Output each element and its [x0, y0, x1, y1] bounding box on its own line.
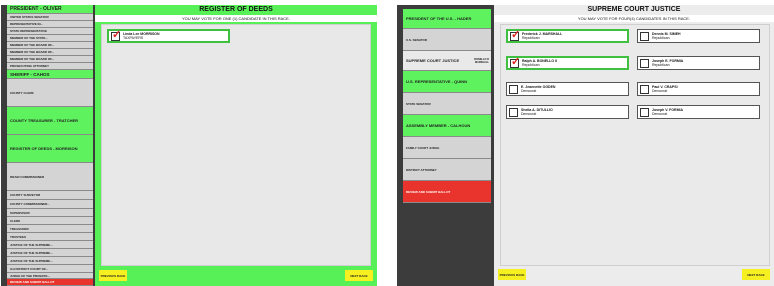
sidebar-item-supreme-court[interactable]: SUPREME COURT JUSTICE BONELLO R MARSHALL	[403, 51, 491, 71]
ballot-screen-supreme-court: PRESIDENT OF THE U.S. - HADER U.S. SENAT…	[397, 5, 774, 286]
sidebar-item-sheriff[interactable]: SHERIFF - CAHOS	[7, 70, 93, 79]
next-race-button[interactable]: NEXT RACE	[742, 269, 770, 280]
sidebar-item-board-2[interactable]: MEMBER OF THE BOARD OF...	[7, 49, 93, 56]
sidebar-item-president[interactable]: PRESIDENT OF THE U.S. - HADER	[403, 9, 491, 29]
sidebar-item-review-submit[interactable]: REVIEW AND SUBMIT BALLOT	[7, 279, 93, 286]
candidate-option-ditullio[interactable]: Sheila A. DITULLIO Democrat	[506, 105, 629, 119]
sidebar-item-supervisor[interactable]: SUPERVISOR	[7, 209, 93, 217]
candidate-option-simeh[interactable]: Dennis M. SIMEH Republican	[637, 29, 760, 43]
sidebar-item-trustees[interactable]: TRUSTEES	[7, 233, 93, 241]
sidebar-item-us-senator[interactable]: U.S. SENATOR	[403, 29, 491, 51]
candidate-option-formia-democrat[interactable]: Joseph V. FORMIA Democrat	[637, 105, 760, 119]
checkbox[interactable]: ✓	[510, 28, 521, 41]
candidate-party: Democrat	[521, 89, 537, 93]
sidebar-item-selections: BONELLO R MARSHALL	[474, 57, 489, 64]
sidebar-item-register-of-deeds[interactable]: REGISTER OF DEEDS - MORRISON	[7, 135, 93, 163]
next-race-button[interactable]: NEXT RACE	[345, 270, 373, 281]
sidebar-item-board-1[interactable]: MEMBER OF THE BOARD OF...	[7, 42, 93, 49]
checkbox[interactable]	[509, 107, 518, 117]
checkbox[interactable]	[640, 31, 649, 41]
sidebar-item-treasurer[interactable]: TREASURER	[7, 225, 93, 233]
candidate-option-bonello[interactable]: ✓ Ralph A. BONELLO II Republican	[506, 56, 629, 70]
checkbox[interactable]	[509, 84, 518, 94]
sidebar-item-prosecuting-attorney[interactable]: PROSECUTING ATTORNEY	[7, 63, 93, 70]
candidate-party: Republican	[522, 36, 540, 40]
candidate-party: Democrat	[652, 112, 668, 116]
checkmark-icon: ✓	[112, 28, 122, 41]
candidate-party: Democrat	[521, 112, 537, 116]
sidebar-item-drain-commissioner[interactable]: DRAIN COMMISSIONER	[7, 163, 93, 191]
sidebar-item-district-court[interactable]: 3rd DISTRICT COURT OF...	[7, 265, 93, 273]
sidebar-item-president[interactable]: PRESIDENT - OLIVER	[7, 5, 93, 14]
sidebar-item-member-state[interactable]: MEMBER OF THE STATE...	[7, 35, 93, 42]
sidebar-item-justice-2[interactable]: JUSTICE OF THE SUPREME...	[7, 249, 93, 257]
checkmark-icon: ✓	[511, 55, 521, 68]
race-list-sidebar: PRESIDENT - OLIVER UNITED STATES SENATOR…	[7, 5, 93, 286]
candidate-party: TAXPAYERS	[123, 36, 144, 40]
sidebar-item-board-3[interactable]: MEMBER OF THE BOARD OF...	[7, 56, 93, 63]
candidate-party: Republican	[522, 63, 540, 67]
candidate-option-ogden[interactable]: E. Jeannette OGDEN Democrat	[506, 82, 629, 96]
checkbox[interactable]	[640, 84, 649, 94]
candidate-party: Republican	[652, 63, 670, 67]
sidebar-item-county-treasurer[interactable]: COUNTY TREASURER - TRATCHER	[7, 107, 93, 135]
sidebar-item-district-attorney[interactable]: DISTRICT ATTORNEY	[403, 159, 491, 181]
sidebar-item-justice-1[interactable]: JUSTICE OF THE SUPREME...	[7, 241, 93, 249]
previous-race-button[interactable]: PREVIOUS RACE	[498, 269, 526, 280]
previous-race-button[interactable]: PREVIOUS RACE	[99, 270, 127, 281]
race-panel: REGISTER OF DEEDS YOU MAY VOTE FOR ONE (…	[95, 5, 377, 286]
race-panel: SUPREME COURT JUSTICE YOU MAY VOTE FOR F…	[494, 5, 774, 286]
sidebar-item-us-senator[interactable]: UNITED STATES SENATOR	[7, 14, 93, 21]
checkmark-icon: ✓	[511, 28, 521, 41]
sidebar-item-review-submit[interactable]: REVIEW AND SUBMIT BALLOT	[403, 181, 491, 203]
candidate-party: Democrat	[652, 89, 668, 93]
sidebar-item-county-surveyor[interactable]: COUNTY SURVEYOR	[7, 191, 93, 200]
candidate-option-crapsi[interactable]: Paul V. CRAPSI Democrat	[637, 82, 760, 96]
race-list-sidebar: PRESIDENT OF THE U.S. - HADER U.S. SENAT…	[403, 5, 491, 286]
candidate-option-formia-republican[interactable]: Joseph E. FORMIA Republican	[637, 56, 760, 70]
sidebar-item-justice-3[interactable]: JUSTICE OF THE SUPREME...	[7, 257, 93, 265]
checkbox[interactable]	[640, 58, 649, 68]
race-title: REGISTER OF DEEDS	[199, 6, 273, 13]
checkbox[interactable]: ✓	[111, 28, 122, 41]
ballot-screen-register-of-deeds: PRESIDENT - OLIVER UNITED STATES SENATOR…	[1, 5, 377, 286]
candidate-option-marshall[interactable]: ✓ Frederick J. MARSHALL Republican	[506, 29, 629, 43]
sidebar-item-family-court[interactable]: FAMILY COURT JUDGE	[403, 137, 491, 159]
sidebar-item-county-commissioner[interactable]: COUNTY COMMISSIONER...	[7, 200, 93, 209]
sidebar-item-representative[interactable]: REPRESENTATIVE IN...	[7, 21, 93, 28]
checkbox[interactable]	[640, 107, 649, 117]
candidate-area: ✓ Linda Lee MORRISON TAXPAYERS	[101, 24, 371, 266]
sidebar-item-state-representative[interactable]: STATE REPRESENTATIVE	[7, 28, 93, 35]
race-title: SUPREME COURT JUSTICE	[587, 6, 681, 13]
sidebar-item-clerk[interactable]: CLERK	[7, 217, 93, 225]
race-instructions: YOU MAY VOTE FOR ONE (1) CANDIDATE IN TH…	[95, 15, 377, 22]
sidebar-item-county-clerk[interactable]: COUNTY CLERK	[7, 79, 93, 107]
sidebar-item-assembly-member[interactable]: ASSEMBLY MEMBER - CALHOUN	[403, 115, 491, 137]
race-instructions: YOU MAY VOTE FOR FOUR(4) CANDIDATES IN T…	[494, 15, 774, 22]
sidebar-item-us-representative[interactable]: U.S. REPRESENTATIVE - QUINN	[403, 71, 491, 93]
sidebar-item-state-senator[interactable]: STATE SENATOR	[403, 93, 491, 115]
candidate-option-morrison[interactable]: ✓ Linda Lee MORRISON TAXPAYERS	[107, 29, 230, 43]
candidate-area: ✓ Frederick J. MARSHALL Republican Dennis…	[500, 24, 770, 266]
candidate-party: Republican	[652, 36, 670, 40]
checkbox[interactable]: ✓	[510, 55, 521, 68]
